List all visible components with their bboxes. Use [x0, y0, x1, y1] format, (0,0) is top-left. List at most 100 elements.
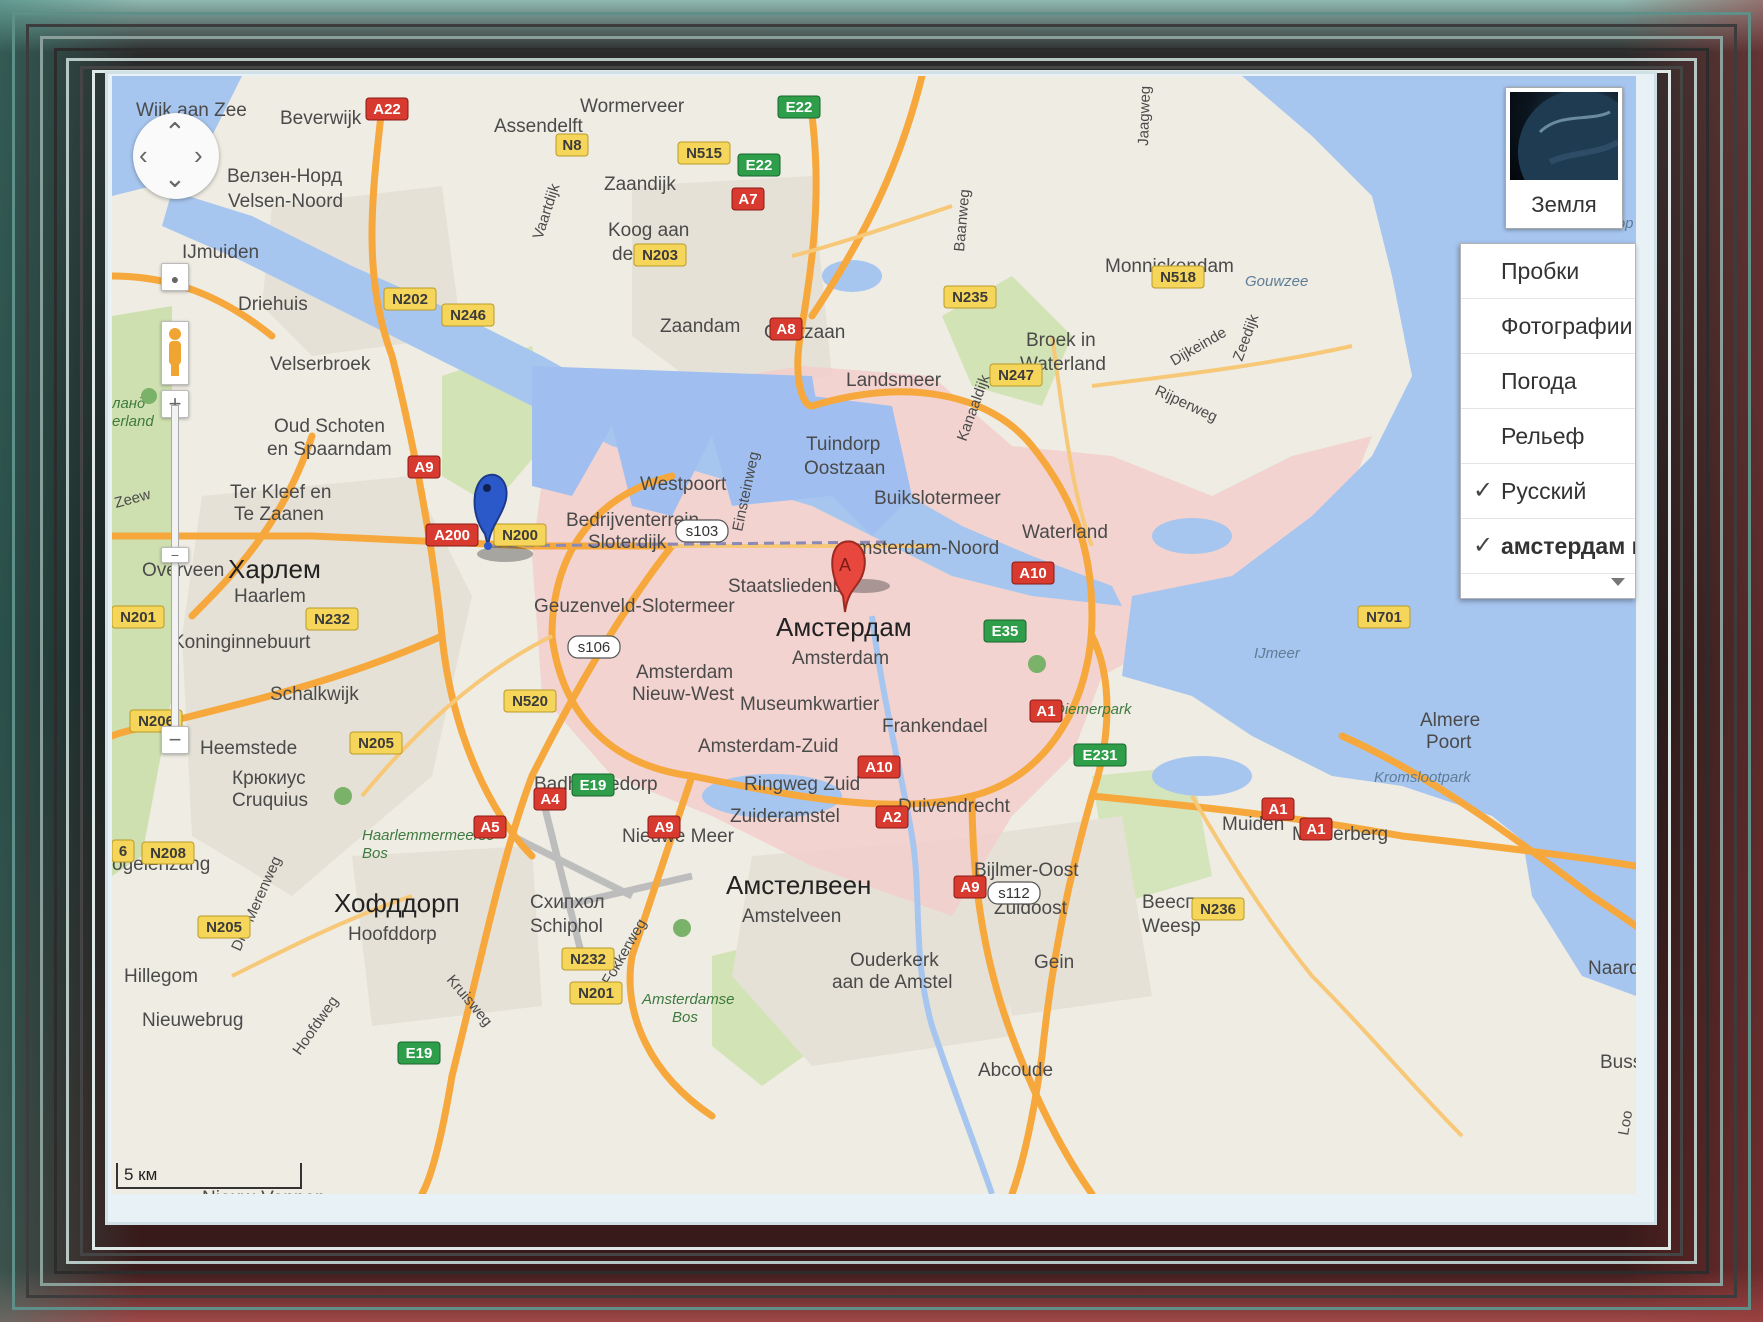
town-label: Amsterdam: [792, 648, 889, 669]
globe-icon: [1518, 92, 1618, 180]
road-shield-a10a: A10: [1011, 561, 1055, 585]
zoom-out-button[interactable]: −: [161, 726, 189, 754]
road-shield-label: N200: [502, 527, 538, 544]
zoom-slider-thumb[interactable]: −: [161, 546, 189, 563]
town-label: Staatsliedenb: [728, 576, 843, 597]
town-label: Te Zaanen: [234, 504, 324, 525]
road-shield-n201a: N201: [112, 605, 165, 629]
town-label: ланд: [112, 395, 145, 412]
road-shield-label: N701: [1366, 609, 1402, 626]
zoom-slider-track[interactable]: [171, 405, 179, 745]
chevron-down-icon[interactable]: [1611, 578, 1625, 586]
layer-item-5[interactable]: ✓ амстердам к: [1461, 519, 1635, 574]
town-label: Koninginnebuurt: [172, 632, 311, 653]
road-shield-label: N520: [512, 693, 548, 710]
road-shield-label: A7: [738, 191, 757, 208]
road-shield-n203: N203: [633, 243, 687, 267]
layer-item-3[interactable]: Рельеф: [1461, 409, 1635, 464]
road-shield-label: E22: [786, 99, 813, 116]
pan-control[interactable]: ⌃ ⌄ ‹ ›: [133, 113, 219, 199]
location-button[interactable]: ●: [161, 263, 189, 291]
road-shield-label: N247: [998, 367, 1034, 384]
road-shield-a8: A8: [769, 317, 803, 341]
pan-up-icon[interactable]: ⌃: [164, 119, 186, 145]
road-shield-a9a: A9: [407, 455, 441, 479]
road-shield-a1a: A1: [1029, 699, 1063, 723]
town-label: Duivendrecht: [898, 796, 1011, 817]
pegman-icon[interactable]: [161, 321, 189, 385]
road-shield-label: N201: [120, 609, 156, 626]
town-label: Bos: [362, 845, 388, 862]
earth-toggle[interactable]: Земля: [1505, 87, 1623, 229]
town-label: Tuindorp: [806, 434, 880, 455]
town-label: Oostzaan: [804, 458, 885, 479]
town-label: Gein: [1034, 952, 1074, 973]
town-label: Ringweg Zuid: [744, 774, 860, 795]
road-shield-label: A1: [1268, 801, 1287, 818]
layer-item-2[interactable]: Погода: [1461, 354, 1635, 409]
road-shield-label: A200: [434, 527, 470, 544]
town-label: Waterland: [1022, 522, 1108, 543]
pan-left-icon[interactable]: ‹: [139, 142, 148, 168]
town-label: Poort: [1426, 732, 1472, 753]
town-label: Amstelveen: [742, 906, 841, 927]
town-label: Амстелвеен: [726, 870, 871, 900]
town-label: Zaandijk: [604, 174, 676, 195]
town-label: Naarde: [1588, 958, 1636, 979]
road-shield-label: N205: [358, 735, 394, 752]
road-shield-n515: N515: [677, 141, 731, 165]
road-shield-n518: N518: [1151, 265, 1205, 289]
road-shield-label: A9: [414, 459, 433, 476]
layer-item-4[interactable]: ✓ Русский: [1461, 464, 1635, 519]
town-label: Bos: [672, 1009, 698, 1026]
road-shield-s112: s112: [987, 881, 1041, 905]
town-label: Buikslotermeer: [874, 488, 1001, 509]
road-shield-label: A5: [480, 819, 499, 836]
road-shield-label: s103: [686, 523, 719, 540]
road-shield-n205b: N205: [197, 915, 251, 939]
map-view[interactable]: Wijk aan Zee Beverwijk Wormerveer Assendelf…: [112, 76, 1636, 1194]
town-label: Hillegom: [124, 966, 198, 987]
map-canvas[interactable]: Wijk aan Zee BeverwijkWormerveerAssendelf…: [112, 76, 1636, 1194]
road-shield-n235: N235: [943, 285, 997, 309]
road-shield-label: N246: [450, 307, 486, 324]
town-label: Amsterdam-Noord: [844, 538, 999, 559]
road-shield-label: N201: [578, 985, 614, 1002]
town-label: Ter Kleef en: [230, 482, 331, 503]
road-shield-label: A22: [373, 101, 401, 118]
road-shield-e19b: E19: [397, 1041, 441, 1065]
road-shield-label: A8: [776, 321, 795, 338]
road-shield-a200: A200: [425, 523, 479, 547]
road-shield-label: N202: [392, 291, 428, 308]
road-shield-a9c: A9: [953, 875, 987, 899]
road-shield-label: N518: [1160, 269, 1196, 286]
town-label: Wormerveer: [580, 96, 685, 117]
town-label: Велзен-Норд: [227, 166, 342, 187]
pin-dot: [483, 484, 491, 492]
town-label: aan de Amstel: [832, 972, 952, 993]
road-shield-n232a: N232: [305, 607, 359, 631]
layer-item-0[interactable]: Пробки: [1461, 244, 1635, 299]
road-shield-label: A2: [882, 809, 901, 826]
pan-down-icon[interactable]: ⌄: [164, 165, 186, 191]
layer-item-label: Пробки: [1501, 258, 1580, 284]
road-shield-a1c: A1: [1299, 817, 1333, 841]
road-shield-n232b: N232: [561, 947, 615, 971]
town-label: Westpoort: [640, 474, 727, 495]
town-label: erland: [112, 413, 154, 430]
town-label: Oud Schoten: [274, 416, 385, 437]
pin-base: [484, 542, 492, 550]
pan-right-icon[interactable]: ›: [194, 142, 203, 168]
tree-icon: [141, 388, 157, 404]
earth-label: Земля: [1531, 192, 1597, 217]
road-shield-label: N203: [642, 247, 678, 264]
road-shield-e231: E231: [1073, 743, 1127, 767]
checkmark-icon: ✓: [1473, 532, 1494, 559]
town-label: Bijlmer-Oost: [974, 860, 1079, 881]
road-shield-n701: N701: [1357, 605, 1411, 629]
road-shield-label: 6: [119, 843, 127, 860]
road-shield-e35: E35: [983, 619, 1027, 643]
road-shield-label: N8: [562, 137, 581, 154]
road-shield-six: 6: [112, 839, 135, 863]
layer-item-1[interactable]: Фотографии: [1461, 299, 1635, 354]
